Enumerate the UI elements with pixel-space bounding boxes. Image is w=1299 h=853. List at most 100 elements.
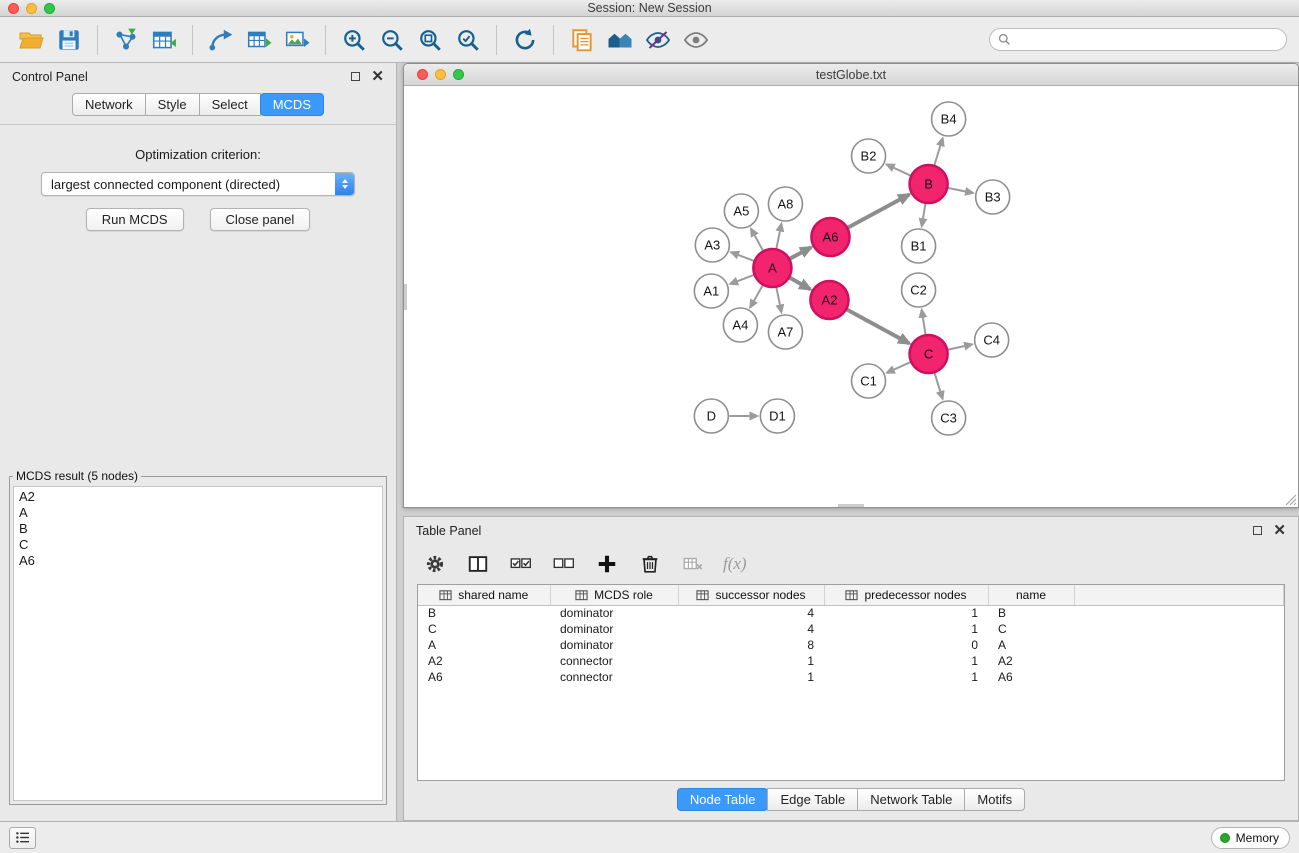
table-row[interactable]: Cdominator41C	[418, 621, 1284, 637]
table-cell[interactable]: 1	[678, 669, 824, 685]
close-table-panel-icon[interactable]: ✕	[1273, 523, 1286, 538]
network-zoom-button[interactable]	[453, 69, 464, 80]
table-cell[interactable]: 1	[824, 605, 988, 621]
resize-grip-icon[interactable]	[1283, 492, 1297, 506]
network-overview-button[interactable]	[601, 22, 639, 58]
edge-A-A1[interactable]	[730, 275, 754, 284]
table-cell[interactable]: A6	[418, 669, 550, 685]
node-D1[interactable]: D1	[760, 399, 794, 433]
node-A4[interactable]: A4	[723, 308, 757, 342]
float-panel-icon[interactable]	[351, 72, 360, 81]
table-cell[interactable]: 4	[678, 621, 824, 637]
table-cell[interactable]: dominator	[550, 637, 678, 653]
edge-B-B3[interactable]	[948, 188, 973, 193]
zoom-in-button[interactable]	[335, 22, 373, 58]
node-B1[interactable]: B1	[902, 229, 936, 263]
column-header-shared-name[interactable]: shared name	[418, 585, 550, 605]
node-C3[interactable]: C3	[932, 401, 966, 435]
table-cell[interactable]: B	[418, 605, 550, 621]
node-B3[interactable]: B3	[976, 180, 1010, 214]
table-cell[interactable]: 1	[678, 653, 824, 669]
close-panel-icon[interactable]: ✕	[371, 69, 384, 84]
search-input[interactable]	[1016, 33, 1278, 47]
left-grip[interactable]	[404, 284, 407, 310]
table-cell[interactable]: A	[988, 637, 1074, 653]
node-C4[interactable]: C4	[975, 323, 1009, 357]
new-network-view-button[interactable]	[563, 22, 601, 58]
edge-A-A6[interactable]	[790, 247, 811, 258]
node-A1[interactable]: A1	[694, 274, 728, 308]
node-A8[interactable]: A8	[768, 187, 802, 221]
table-cell[interactable]: 0	[824, 637, 988, 653]
node-B2[interactable]: B2	[852, 139, 886, 173]
close-mcds-panel-button[interactable]: Close panel	[210, 208, 311, 231]
edge-A6-B[interactable]	[848, 194, 909, 227]
table-cell[interactable]: C	[418, 621, 550, 637]
edge-C-C3[interactable]	[935, 373, 943, 399]
node-C1[interactable]: C1	[852, 364, 886, 398]
table-cell[interactable]: 1	[824, 621, 988, 637]
zoom-selected-button[interactable]	[449, 22, 487, 58]
table-cell[interactable]: 1	[824, 653, 988, 669]
window-titlebar[interactable]: Session: New Session	[0, 0, 1299, 17]
show-columns-button[interactable]	[465, 551, 491, 577]
edge-B-B4[interactable]	[934, 138, 942, 165]
select-all-button[interactable]	[508, 551, 534, 577]
table-mode-button[interactable]	[422, 551, 448, 577]
node-A2[interactable]: A2	[810, 281, 848, 319]
open-session-button[interactable]	[12, 22, 50, 58]
column-header-successor-nodes[interactable]: successor nodes	[678, 585, 824, 605]
edge-C-C4[interactable]	[948, 344, 972, 349]
table-tab-node-table[interactable]: Node Table	[677, 788, 769, 811]
import-network-button[interactable]	[107, 22, 145, 58]
table-cell[interactable]: 1	[824, 669, 988, 685]
zoom-fit-button[interactable]	[411, 22, 449, 58]
search-box[interactable]	[989, 28, 1287, 51]
node-A6[interactable]: A6	[811, 218, 849, 256]
function-builder-button[interactable]: f(x)	[723, 554, 747, 574]
criterion-dropdown[interactable]: largest connected component (directed)	[41, 172, 355, 196]
table-cell[interactable]: A	[418, 637, 550, 653]
run-mcds-button[interactable]: Run MCDS	[86, 208, 184, 231]
table-cell[interactable]: dominator	[550, 605, 678, 621]
column-header-predecessor-nodes[interactable]: predecessor nodes	[824, 585, 988, 605]
edge-B-B1[interactable]	[922, 204, 926, 227]
network-window-titlebar[interactable]: testGlobe.txt	[404, 64, 1298, 86]
table-row[interactable]: Adominator80A	[418, 637, 1284, 653]
edge-C-C2[interactable]	[922, 310, 926, 334]
table-cell[interactable]: dominator	[550, 621, 678, 637]
table-tab-network-table[interactable]: Network Table	[857, 788, 965, 811]
tab-network[interactable]: Network	[72, 93, 146, 116]
edge-C-C1[interactable]	[887, 362, 911, 373]
edge-A-A5[interactable]	[751, 229, 763, 251]
table-row[interactable]: A6connector11A6	[418, 669, 1284, 685]
network-minimize-button[interactable]	[435, 69, 446, 80]
table-cell[interactable]: A2	[988, 653, 1074, 669]
bottom-grip[interactable]	[838, 504, 864, 507]
table-cell[interactable]: connector	[550, 653, 678, 669]
network-canvas[interactable]: AA6A2BCA5A8A3A1A4A7B2B4B3B1C2C4C1C3DD1	[404, 86, 1298, 507]
show-graphics-details-button[interactable]	[677, 22, 715, 58]
edge-A2-C[interactable]	[847, 310, 909, 344]
node-A[interactable]: A	[753, 249, 791, 287]
node-D[interactable]: D	[694, 399, 728, 433]
node-C2[interactable]: C2	[902, 273, 936, 307]
table-row[interactable]: A2connector11A2	[418, 653, 1284, 669]
export-image-button[interactable]	[278, 22, 316, 58]
memory-button[interactable]: Memory	[1211, 827, 1290, 849]
table-cell[interactable]: B	[988, 605, 1074, 621]
edge-A-A2[interactable]	[790, 278, 810, 289]
edge-B-B2[interactable]	[887, 164, 911, 175]
table-tab-edge-table[interactable]: Edge Table	[767, 788, 858, 811]
export-table-button[interactable]	[240, 22, 278, 58]
refresh-button[interactable]	[506, 22, 544, 58]
tab-select[interactable]: Select	[199, 93, 261, 116]
table-cell[interactable]: A2	[418, 653, 550, 669]
edge-A-A8[interactable]	[776, 224, 781, 249]
column-header-mcds-role[interactable]: MCDS role	[550, 585, 678, 605]
edge-A-A7[interactable]	[776, 288, 781, 313]
node-A7[interactable]: A7	[768, 315, 802, 349]
close-window-button[interactable]	[8, 3, 19, 14]
delete-table-button[interactable]	[680, 551, 706, 577]
task-history-button[interactable]	[9, 827, 36, 849]
